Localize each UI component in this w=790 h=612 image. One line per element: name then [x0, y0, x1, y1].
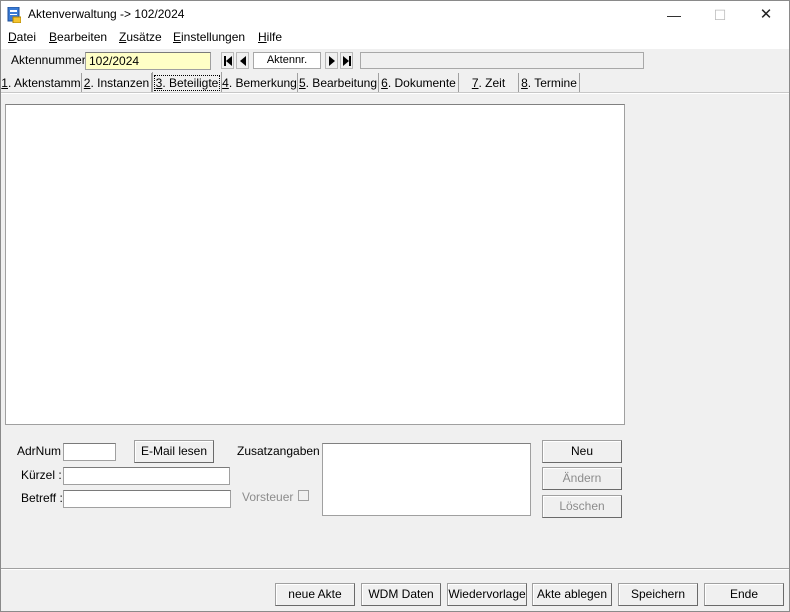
- title-bar: Aktenverwaltung -> 102/2024 — ☐ ✕: [1, 1, 789, 29]
- minimize-button[interactable]: —: [651, 1, 697, 29]
- menu-hilfe[interactable]: Hilfe: [258, 29, 282, 50]
- aendern-button[interactable]: Ändern: [542, 467, 622, 490]
- next-record-icon: [329, 56, 335, 66]
- ende-button[interactable]: Ende: [704, 583, 784, 606]
- zusatzangaben-memo[interactable]: [322, 443, 531, 516]
- prev-record-icon: [240, 56, 246, 66]
- last-record-icon: [343, 56, 351, 66]
- last-record-button[interactable]: [340, 52, 353, 69]
- tab-dokumente[interactable]: 6. Dokumente: [379, 73, 459, 93]
- akte-ablegen-button[interactable]: Akte ablegen: [532, 583, 612, 606]
- app-icon: [7, 7, 21, 23]
- beteiligte-list[interactable]: [5, 104, 625, 425]
- menu-datei[interactable]: Datei: [8, 29, 36, 50]
- footer-separator: [1, 568, 789, 570]
- record-info-box: [360, 52, 644, 69]
- tab-aktenstamm[interactable]: 1. Aktenstamm: [1, 73, 82, 93]
- wdm-daten-button[interactable]: WDM Daten: [361, 583, 441, 606]
- tab-divider: [1, 92, 789, 94]
- window-title: Aktenverwaltung -> 102/2024: [28, 7, 185, 21]
- neue-akte-button[interactable]: neue Akte: [275, 583, 355, 606]
- speichern-button[interactable]: Speichern: [618, 583, 698, 606]
- first-record-icon: [224, 56, 232, 66]
- vorsteuer-checkbox[interactable]: [298, 490, 309, 501]
- maximize-button[interactable]: ☐: [697, 1, 743, 29]
- aktennummer-label: Aktennummer :: [11, 53, 93, 67]
- adrnum-label: AdrNum :: [17, 444, 68, 458]
- menu-einstellungen[interactable]: Einstellungen: [173, 29, 245, 50]
- tab-bearbeitung[interactable]: 5. Bearbeitung: [298, 73, 379, 93]
- neu-button[interactable]: Neu: [542, 440, 622, 463]
- menu-zusaetze[interactable]: Zusätze: [119, 29, 162, 50]
- wiedervorlage-button[interactable]: Wiedervorlage: [447, 583, 527, 606]
- next-record-button[interactable]: [325, 52, 338, 69]
- tab-instanzen[interactable]: 2. Instanzen: [82, 73, 152, 93]
- zusatzangaben-label: Zusatzangaben :: [237, 444, 327, 458]
- aktennummer-input[interactable]: 102/2024: [85, 52, 211, 70]
- first-record-button[interactable]: [221, 52, 234, 69]
- menu-bearbeiten[interactable]: Bearbeiten: [49, 29, 107, 50]
- betreff-input[interactable]: [63, 490, 231, 508]
- tab-zeit[interactable]: 7. Zeit: [459, 73, 519, 93]
- kuerzel-label: Kürzel :: [21, 468, 62, 482]
- prev-record-button[interactable]: [236, 52, 249, 69]
- betreff-label: Betreff :: [21, 491, 63, 505]
- loeschen-button[interactable]: Löschen: [542, 495, 622, 518]
- tab-bemerkung[interactable]: 4. Bemerkung: [222, 73, 298, 93]
- tab-beteiligte[interactable]: 3. Beteiligte: [152, 72, 222, 94]
- tab-termine[interactable]: 8. Termine: [519, 73, 580, 93]
- adrnum-input[interactable]: [63, 443, 116, 461]
- menu-bar: Datei Bearbeiten Zusätze Einstellungen H…: [1, 29, 789, 49]
- close-button[interactable]: ✕: [743, 1, 789, 29]
- app-window: Aktenverwaltung -> 102/2024 — ☐ ✕ Datei …: [0, 0, 790, 612]
- vorsteuer-label: Vorsteuer: [242, 490, 294, 504]
- aktennr-field[interactable]: Aktennr.: [253, 52, 321, 69]
- email-lesen-button[interactable]: E-Mail lesen: [134, 440, 214, 463]
- kuerzel-input[interactable]: [63, 467, 230, 485]
